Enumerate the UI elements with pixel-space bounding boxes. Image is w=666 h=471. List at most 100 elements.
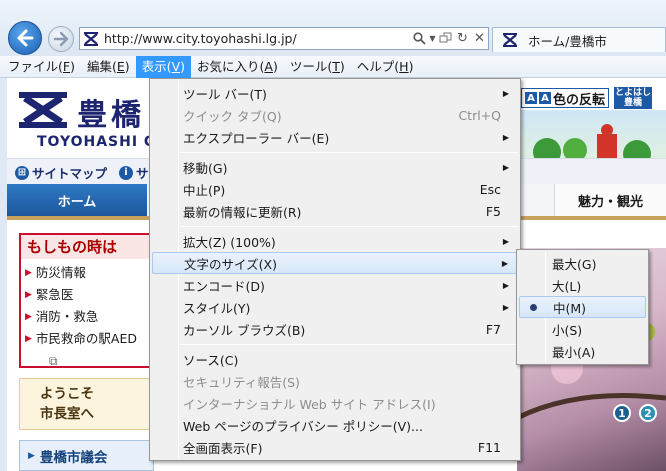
city-council-link[interactable]: ▶ 豊橋市議会: [19, 440, 154, 471]
menu-help-mnemonic: H: [399, 59, 409, 74]
menu-item-go-to[interactable]: 移動(G) ▶: [152, 156, 518, 178]
menu-item-toolbar[interactable]: ツール バー(T) ▶: [152, 82, 518, 104]
yasashi-japanese-button[interactable]: とよはし 豊橋: [614, 87, 653, 109]
menu-view-suffix: ): [180, 59, 186, 74]
menu-item-label: エンコード(D): [183, 278, 265, 294]
menu-view[interactable]: 表示(V): [135, 56, 192, 78]
menu-item-label: 最新の情報に更新(R): [183, 204, 302, 220]
menu-item-zoom[interactable]: 拡大(Z) (100%) ▶: [152, 230, 518, 252]
menu-item-label: 小(S): [552, 322, 583, 338]
menu-item-shortcut: F7: [485, 321, 501, 337]
yasashi-line-2: 豊橋: [624, 98, 643, 108]
menu-item-label: エクスプローラー バー(E): [183, 130, 330, 146]
text-size-smallest[interactable]: 最小(A): [519, 340, 646, 362]
menu-bar: ファイル(F) 編集(E) 表示(V) お気に入り(A) ツール(T) ヘルプ(…: [0, 56, 666, 78]
menu-tools[interactable]: ツール(T): [284, 56, 351, 78]
a-icon: A: [539, 92, 551, 104]
external-link[interactable]: ⧉: [25, 350, 152, 372]
search-icon[interactable]: [411, 30, 428, 48]
menu-separator: [180, 344, 518, 345]
site-favicon-icon: [83, 31, 99, 47]
menu-help-label: ヘルプ(: [356, 59, 400, 74]
color-invert-button[interactable]: AA 色の反転: [521, 88, 610, 108]
menu-item-label: 大(L): [552, 278, 582, 294]
external-link-icon: ⧉: [49, 354, 58, 368]
menu-item-security-report: セキュリティ報告(S): [152, 370, 518, 392]
menu-item-explorer-bar[interactable]: エクスプローラー バー(E) ▶: [152, 126, 518, 148]
arrow-left-icon: [17, 29, 34, 47]
address-dropdown-icon[interactable]: ▼: [428, 30, 437, 48]
tab-favicon-icon: [502, 32, 518, 48]
menu-edit-label: 編集(: [86, 59, 117, 74]
menu-help[interactable]: ヘルプ(H): [351, 56, 420, 78]
menu-item-style[interactable]: スタイル(Y) ▶: [152, 296, 518, 318]
emergency-link-label: 緊急医: [35, 287, 74, 302]
text-size-smaller[interactable]: 小(S): [519, 318, 646, 340]
emergency-link[interactable]: ▶ 緊急医: [25, 284, 152, 306]
nav-home[interactable]: ホーム: [7, 184, 147, 216]
menu-item-encoding[interactable]: エンコード(D) ▶: [152, 274, 518, 296]
menu-item-privacy-policy[interactable]: Web ページのプライバシー ポリシー(V)...: [152, 414, 518, 436]
menu-item-refresh[interactable]: 最新の情報に更新(R) F5: [152, 200, 518, 222]
back-button[interactable]: [8, 21, 42, 55]
welcome-line-2: 市長室へ: [40, 406, 94, 422]
slide-pager-2[interactable]: 2: [639, 404, 657, 422]
menu-tools-mnemonic: T: [332, 59, 340, 74]
menu-item-quick-tabs: クイック タブ(Q) Ctrl+Q: [152, 104, 518, 126]
nav-tourism[interactable]: 魅力・観光: [554, 184, 666, 216]
submenu-arrow-icon: ▶: [502, 132, 509, 142]
submenu-arrow-icon: ▶: [502, 88, 509, 98]
triangle-right-icon: ▶: [25, 268, 32, 278]
menu-item-label: インターナショナル Web サイト アドレス(I): [183, 396, 436, 412]
menu-separator: [180, 152, 518, 153]
forward-button[interactable]: [48, 26, 74, 52]
menu-item-shortcut: Esc: [479, 181, 501, 197]
slide-pager-1[interactable]: 1: [613, 404, 631, 422]
menu-item-shortcut: F5: [485, 203, 501, 219]
accessibility-tools: AA 色の反転 とよはし 豊橋: [521, 86, 653, 110]
menu-item-label: セキュリティ報告(S): [183, 374, 300, 390]
city-council-label: 豊橋市議会: [39, 449, 108, 466]
info-link[interactable]: i サ: [119, 163, 149, 182]
menu-edit-suffix: ): [124, 59, 130, 74]
info-icon: i: [119, 165, 133, 180]
browser-tab[interactable]: ホーム/豊橋市: [492, 27, 666, 52]
mayor-welcome-banner[interactable]: ようこそ 市長室へ: [19, 378, 154, 430]
address-url[interactable]: http://www.city.toyohashi.lg.jp/: [104, 31, 411, 46]
menu-item-caret-browsing[interactable]: カーソル ブラウズ(B) F7: [152, 318, 518, 340]
menu-item-label: カーソル ブラウズ(B): [183, 322, 306, 338]
emergency-heading: もしもの時は: [21, 235, 152, 259]
menu-file-mnemonic: F: [62, 59, 71, 74]
compat-view-icon[interactable]: [437, 30, 454, 48]
emergency-link[interactable]: ▶ 消防・救急: [25, 306, 152, 328]
menu-item-stop[interactable]: 中止(P) Esc: [152, 178, 518, 200]
menu-item-full-screen[interactable]: 全画面表示(F) F11: [152, 436, 518, 458]
menu-favorites[interactable]: お気に入り(A): [191, 56, 284, 78]
menu-file[interactable]: ファイル(F): [2, 56, 81, 78]
text-size-largest[interactable]: 最大(G): [519, 252, 646, 274]
menu-item-label: 拡大(Z) (100%): [183, 234, 276, 250]
view-menu-dropdown: ツール バー(T) ▶ クイック タブ(Q) Ctrl+Q エクスプローラー バ…: [149, 78, 521, 461]
text-size-larger[interactable]: 大(L): [519, 274, 646, 296]
logo-text-jp: 豊橋: [77, 98, 145, 133]
menu-item-intl-address: インターナショナル Web サイト アドレス(I): [152, 392, 518, 414]
emergency-link-label: 消防・救急: [35, 309, 99, 324]
sitemap-link[interactable]: ⊞ サイトマップ: [15, 163, 107, 182]
address-bar[interactable]: http://www.city.toyohashi.lg.jp/ ▼ ↻ ✕: [79, 27, 489, 50]
menu-item-source[interactable]: ソース(C): [152, 348, 518, 370]
menu-item-text-size[interactable]: 文字のサイズ(X) ▶: [152, 252, 518, 274]
yasashi-line-1: とよはし: [615, 88, 652, 98]
emergency-link[interactable]: ▶ 市民救命の駅AED: [25, 328, 152, 350]
menu-item-label: 最大(G): [552, 256, 597, 272]
emergency-box: もしもの時は ▶ 防災情報 ▶ 緊急医 ▶ 消防・救急 ▶ 市民救命の駅AED ⧉: [19, 233, 154, 368]
stop-icon[interactable]: ✕: [471, 30, 488, 48]
menu-tools-label: ツール(: [289, 59, 333, 74]
emergency-link[interactable]: ▶ 防災情報: [25, 262, 152, 284]
triangle-right-icon: ▶: [28, 450, 35, 461]
logo-text-en: TOYOHASHI CI: [37, 134, 162, 150]
text-size-medium[interactable]: 中(M): [519, 296, 646, 318]
refresh-icon[interactable]: ↻: [454, 30, 471, 48]
menu-edit-mnemonic: E: [116, 59, 125, 74]
menu-edit[interactable]: 編集(E): [81, 56, 136, 78]
sitemap-label: サイトマップ: [32, 166, 108, 181]
